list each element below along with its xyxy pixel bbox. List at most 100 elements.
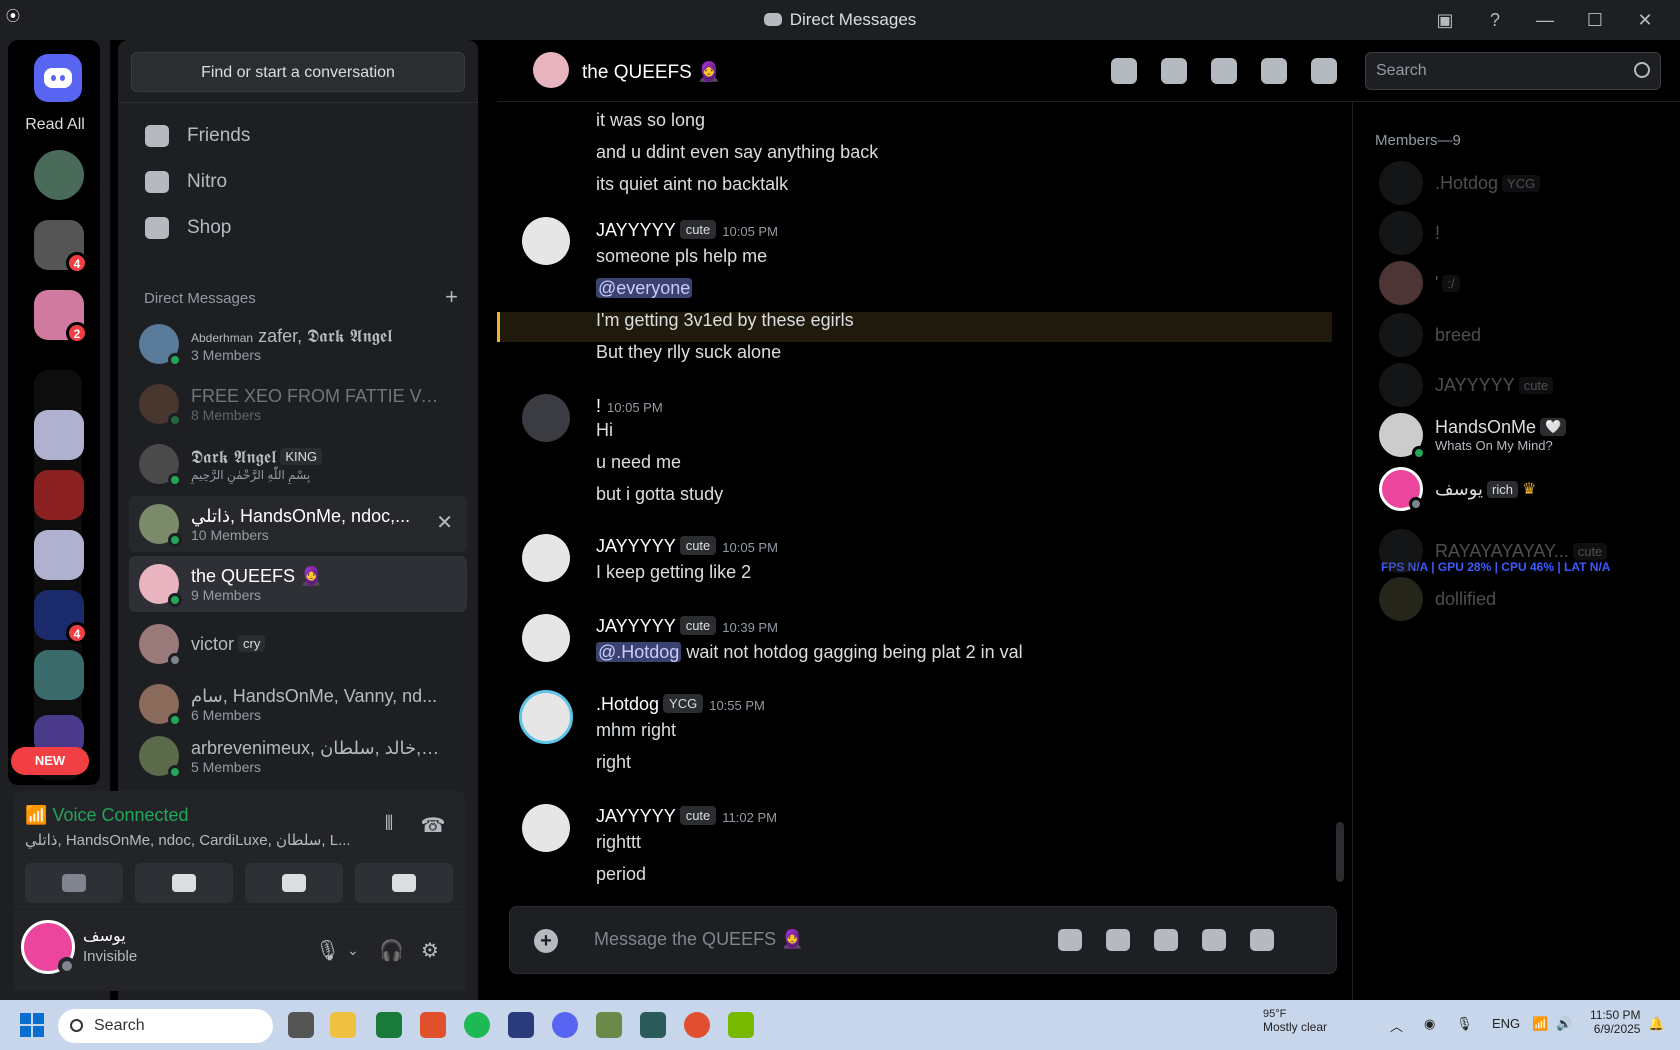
attach-plus-icon[interactable]: + — [534, 929, 558, 953]
message-avatar[interactable] — [522, 534, 570, 582]
volume-icon[interactable]: 🔊 — [1556, 1016, 1572, 1032]
dm-item[interactable]: Abderhman zafer, 𝕯𝖆𝖗𝖐 𝕬𝖓𝖌𝖊𝖑 3 Members — [129, 316, 467, 372]
taskbar-search[interactable]: Search — [58, 1009, 273, 1043]
close-dm-icon[interactable]: ✕ — [436, 510, 453, 535]
nav-shop[interactable]: Shop — [131, 206, 465, 250]
chevron-down-icon[interactable]: ⌄ — [347, 942, 359, 959]
activity-button[interactable] — [245, 863, 343, 903]
member-item[interactable]: JAYYYYY cute — [1379, 360, 1554, 410]
member-item[interactable]: HandsOnMe 🤍 Whats On My Mind? — [1379, 410, 1567, 460]
gif-icon[interactable] — [1106, 929, 1130, 951]
dm-item-active[interactable]: the QUEEFS 🧕 9 Members — [129, 556, 467, 612]
wifi-icon[interactable]: 📶 — [1532, 1016, 1548, 1032]
member-item[interactable]: ':/ — [1379, 258, 1460, 308]
message-author[interactable]: ! — [596, 396, 601, 416]
member-list-icon[interactable] — [1311, 58, 1337, 84]
member-item[interactable]: .Hotdog YCG — [1379, 158, 1541, 208]
headphones-icon[interactable]: 🎧 — [379, 938, 404, 963]
message-author[interactable]: JAYYYYY — [596, 220, 676, 240]
help-icon[interactable]: ? — [1470, 10, 1520, 31]
user-avatar[interactable] — [21, 920, 76, 975]
notifications-icon[interactable]: 🔔 — [1648, 1016, 1664, 1032]
disconnect-icon[interactable]: ☎ — [419, 813, 447, 837]
camera-off-button[interactable] — [25, 863, 123, 903]
app-icon-blue[interactable] — [508, 1012, 534, 1038]
microphone-tray-icon[interactable]: 🎙 — [1456, 1016, 1473, 1032]
member-item[interactable]: يوسف rich ♛ — [1379, 464, 1536, 514]
voice-call-icon[interactable] — [1111, 58, 1137, 84]
dm-item[interactable]: arbrevenimeux, خالد ,سلطان, r...5 Member… — [129, 736, 467, 776]
server-icon-folder-2[interactable]: 2 — [34, 290, 88, 344]
everyone-mention[interactable]: @everyone — [596, 278, 693, 298]
find-conversation-button[interactable]: Find or start a conversation — [131, 52, 465, 92]
message-avatar[interactable] — [522, 217, 570, 265]
app-icon-teal[interactable] — [640, 1012, 666, 1038]
video-call-icon[interactable] — [1161, 58, 1187, 84]
inbox-icon[interactable]: ▣ — [1420, 10, 1470, 31]
message-avatar[interactable] — [522, 394, 570, 442]
gear-icon[interactable]: ⚙ — [421, 938, 439, 963]
pin-icon[interactable] — [1211, 58, 1237, 84]
message-avatar[interactable] — [519, 690, 573, 744]
dm-item[interactable]: سام, HandsOnMe, Vanny, nd... 6 Members — [129, 676, 467, 732]
weather-widget[interactable]: 95°F Mostly clear — [1263, 1008, 1327, 1034]
message-avatar[interactable] — [522, 614, 570, 662]
language-indicator[interactable]: ENG — [1492, 1016, 1520, 1031]
server-icon-folder-1[interactable]: 4 — [34, 220, 88, 274]
message-author[interactable]: JAYYYYY — [596, 806, 676, 826]
tray-app-icon[interactable]: ◉ — [1424, 1016, 1435, 1032]
dm-item[interactable]: ذاتلي, HandsOnMe, ndoc,... 10 Members ✕ — [129, 496, 467, 552]
screen-share-button[interactable] — [135, 863, 233, 903]
search-input[interactable]: Search — [1365, 52, 1661, 90]
member-item[interactable]: RAYAYAYAYAY... cute — [1379, 526, 1608, 576]
soundboard-button[interactable] — [355, 863, 453, 903]
direct-messages-home-button[interactable] — [34, 54, 82, 102]
task-view-icon[interactable] — [288, 1012, 314, 1038]
member-item[interactable]: ! — [1379, 208, 1440, 258]
nav-nitro[interactable]: Nitro — [131, 160, 465, 204]
member-item[interactable]: breed — [1379, 310, 1481, 360]
message-avatar[interactable] — [522, 804, 570, 852]
read-all-button[interactable]: Read All — [0, 116, 110, 134]
new-unreads-badge[interactable]: NEW — [11, 747, 89, 775]
server-icon-da-hood[interactable]: 4 — [34, 590, 88, 644]
message-author[interactable]: JAYYYYY — [596, 616, 676, 636]
voice-channel-members[interactable]: ذاتلي, HandsOnMe, ndoc, CardiLuxe, سلطان… — [25, 831, 355, 849]
microphone-icon[interactable]: 🎙 — [315, 938, 340, 963]
add-friends-icon[interactable] — [1261, 58, 1287, 84]
dm-item[interactable]: FREE XEO FROM FATTIE VA... 8 Members — [129, 376, 467, 432]
file-explorer-icon[interactable] — [330, 1012, 356, 1038]
server-icon-red[interactable] — [34, 470, 84, 520]
activities-icon[interactable] — [1250, 929, 1274, 951]
close-button[interactable]: ✕ — [1620, 10, 1670, 31]
spotify-icon[interactable] — [464, 1012, 490, 1038]
minimize-button[interactable]: — — [1520, 10, 1570, 31]
user-mention[interactable]: @.Hotdog — [596, 642, 682, 662]
user-name[interactable]: يوسف — [83, 926, 126, 946]
create-dm-plus-icon[interactable]: + — [445, 284, 458, 310]
dm-item[interactable]: 𝕯𝖆𝖗𝖐 𝕬𝖓𝖌𝖊𝖑 KING بِسْمِ اللّٰهِ الرَّحْمٰنِ… — [129, 436, 467, 492]
app-icon-game[interactable] — [596, 1012, 622, 1038]
scrollbar-thumb[interactable] — [1336, 822, 1344, 882]
nav-friends[interactable]: Friends — [131, 114, 465, 158]
app-icon-green[interactable] — [376, 1012, 402, 1038]
dm-item[interactable]: victor cry — [129, 616, 467, 672]
voice-connected-label[interactable]: 📶 Voice Connected — [25, 805, 189, 826]
sticker-icon[interactable] — [1154, 929, 1178, 951]
start-button[interactable] — [20, 1013, 44, 1037]
message-author[interactable]: JAYYYYY — [596, 536, 676, 556]
app-icon-orange[interactable] — [684, 1012, 710, 1038]
maximize-button[interactable]: ☐ — [1570, 10, 1620, 31]
server-icon-barbie-2[interactable] — [34, 530, 84, 580]
emoji-icon[interactable] — [1202, 929, 1226, 951]
noise-suppression-icon[interactable]: ⦀ — [375, 813, 403, 835]
nvidia-icon[interactable] — [728, 1012, 754, 1038]
gift-icon[interactable] — [1058, 929, 1082, 951]
voice-dm-avatar[interactable] — [34, 150, 84, 200]
member-item[interactable]: dollified — [1379, 574, 1496, 624]
message-author[interactable]: .Hotdog — [596, 694, 659, 714]
system-clock[interactable]: 11:50 PM 6/9/2025 — [1590, 1008, 1640, 1036]
tray-chevron-icon[interactable]: ︿ — [1390, 1016, 1403, 1035]
discord-taskbar-icon[interactable] — [552, 1012, 578, 1038]
server-icon-ffa[interactable] — [34, 650, 84, 700]
